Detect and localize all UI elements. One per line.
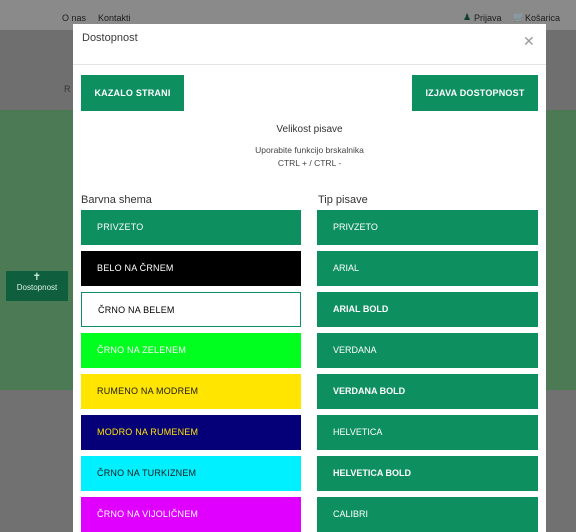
contacts-link[interactable]: Kontakti: [98, 13, 131, 23]
accessibility-icon: ✝: [32, 272, 42, 283]
font-type-option[interactable]: VERDANA: [317, 333, 538, 368]
accessibility-modal: Dostopnost ✕ KAZALO STRANI IZJAVA DOSTOP…: [73, 24, 546, 532]
login-link[interactable]: Prijava: [474, 13, 502, 23]
color-scheme-option[interactable]: ČRNO NA VIJOLIČNEM: [81, 497, 301, 532]
color-scheme-option[interactable]: PRIVZETO: [81, 210, 301, 245]
font-type-option[interactable]: ARIAL BOLD: [317, 292, 538, 327]
modal-title: Dostopnost: [82, 32, 138, 44]
font-type-option[interactable]: CALIBRI: [317, 497, 538, 532]
color-scheme-option[interactable]: MODRO NA RUMENEM: [81, 415, 301, 450]
sitemap-button[interactable]: KAZALO STRANI: [81, 75, 184, 111]
nav-partial-text: R: [64, 84, 71, 94]
accessibility-statement-button[interactable]: IZJAVA DOSTOPNOST: [412, 75, 538, 111]
about-link[interactable]: O nas: [62, 13, 86, 23]
color-scheme-option[interactable]: ČRNO NA ZELENEM: [81, 333, 301, 368]
cart-icon: 🛒: [513, 12, 525, 22]
font-size-hint: Uporabite funkcijo brskalnika: [255, 145, 364, 155]
font-size-keys: CTRL + / CTRL -: [277, 158, 342, 168]
close-icon[interactable]: ✕: [523, 33, 535, 50]
cart-link[interactable]: Košarica: [525, 13, 560, 23]
font-type-option[interactable]: PRIVZETO: [317, 210, 538, 245]
color-scheme-option[interactable]: RUMENO NA MODREM: [81, 374, 301, 409]
color-scheme-option[interactable]: BELO NA ČRNEM: [81, 251, 301, 286]
accessibility-side-button[interactable]: ✝ Dostopnost: [6, 271, 68, 301]
color-scheme-option[interactable]: ČRNO NA BELEM: [81, 292, 301, 327]
font-type-option[interactable]: HELVETICA: [317, 415, 538, 450]
font-type-option[interactable]: VERDANA BOLD: [317, 374, 538, 409]
color-scheme-option[interactable]: ČRNO NA TURKIZNEM: [81, 456, 301, 491]
font-size-title: Velikost pisave: [276, 124, 343, 135]
font-type-option[interactable]: ARIAL: [317, 251, 538, 286]
accessibility-side-label: Dostopnost: [16, 283, 58, 292]
color-scheme-title: Barvna shema: [81, 194, 152, 206]
font-type-option[interactable]: HELVETICA BOLD: [317, 456, 538, 491]
modal-header: Dostopnost ✕: [73, 24, 546, 65]
user-icon: ♟: [463, 12, 472, 22]
font-type-title: Tip pisave: [318, 194, 368, 206]
